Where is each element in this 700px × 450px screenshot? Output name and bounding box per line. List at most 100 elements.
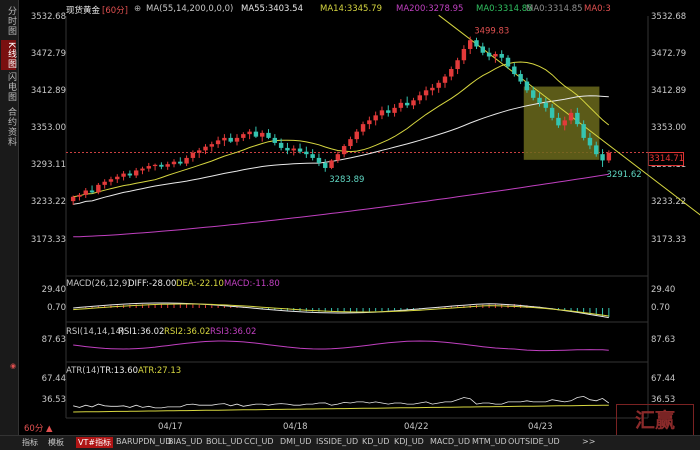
candle-body [455, 60, 460, 70]
indicator-toolbar: 指标 模板 VT#指标 BARUPDN_UD BIAS_UD BOLL_UD C… [0, 435, 700, 450]
candle-body [417, 95, 422, 101]
candle-body [367, 120, 372, 125]
candle-body [266, 132, 271, 138]
candle-body [398, 102, 404, 108]
candle-body [146, 166, 151, 169]
toolbar-item-macd[interactable]: MACD_UD [430, 437, 470, 446]
candle-body [499, 53, 504, 58]
candle-body [121, 173, 126, 177]
macd-diff-line [73, 302, 609, 319]
candle-body [159, 164, 164, 167]
candle-body [253, 131, 259, 137]
candle-body [140, 168, 145, 171]
candle-body [392, 107, 397, 113]
watermark-logo: 汇赢 [616, 404, 694, 436]
candle-body [436, 82, 441, 88]
candle-body [442, 76, 448, 83]
toolbar-item-outside[interactable]: OUTSIDE_UD [508, 437, 560, 446]
toolbar-item-kd[interactable]: KD_UD [362, 437, 389, 446]
candle-body [379, 110, 385, 116]
candle-body [171, 161, 177, 165]
candle-body [165, 164, 170, 167]
candle-body [556, 117, 561, 126]
candle-body [373, 115, 378, 121]
candle-body [316, 157, 322, 163]
candle-body [96, 184, 101, 193]
toolbar-more-button[interactable]: >> [582, 437, 595, 446]
candle-body [184, 157, 189, 164]
toolbar-item-vt-indicators[interactable]: VT#指标 [76, 437, 114, 448]
toolbar-item-dmi[interactable]: DMI_UD [280, 437, 311, 446]
toolbar-item-bias[interactable]: BIAS_UD [168, 437, 202, 446]
toolbar-item-indicators[interactable]: 指标 [22, 437, 38, 448]
candle-body [562, 120, 567, 126]
candle-body [537, 97, 542, 103]
candle-body [209, 144, 215, 147]
candle-body [115, 176, 120, 180]
price-annotation: 3499.83 [474, 27, 509, 37]
candle-body [203, 146, 208, 151]
toolbar-item-isside[interactable]: ISSIDE_UD [316, 437, 358, 446]
candle-body [594, 145, 599, 155]
candle-body [467, 40, 473, 49]
toolbar-item-cci[interactable]: CCI_UD [244, 437, 274, 446]
candle-body [606, 152, 612, 161]
rsi-line [73, 340, 609, 352]
candle-body [241, 134, 246, 138]
candle-body [133, 170, 139, 176]
candle-body [512, 66, 517, 75]
toolbar-item-kdj[interactable]: KDJ_UD [394, 437, 424, 446]
toolbar-item-templates[interactable]: 模板 [48, 437, 64, 448]
candle-body [518, 74, 523, 82]
candle-body [354, 131, 359, 140]
candle-body [581, 124, 586, 138]
candle-body [587, 137, 593, 146]
candle-body [549, 107, 555, 118]
candle-body [486, 52, 492, 57]
candle-body [285, 147, 290, 151]
candle-body [531, 90, 536, 98]
candle-body [386, 110, 391, 113]
candle-body [178, 161, 183, 164]
candle-body [228, 137, 233, 142]
candle-body [411, 100, 416, 106]
candle-body [474, 40, 479, 47]
toolbar-item-mtm[interactable]: MTM_UD [472, 437, 507, 446]
candle-body [102, 181, 107, 185]
candle-body [404, 102, 410, 106]
candle-body [348, 139, 353, 147]
candle-body [524, 81, 530, 91]
candle-body [568, 112, 574, 121]
candle-body [83, 190, 88, 195]
candle-body [493, 53, 498, 57]
candle-body [77, 194, 82, 197]
candle-body [449, 69, 454, 77]
toolbar-item-barupdn[interactable]: BARUPDN_UD [116, 437, 171, 446]
candle-body [222, 137, 227, 141]
candle-body [323, 162, 328, 168]
candle-body [430, 87, 435, 91]
candle-body [543, 102, 549, 108]
candle-body [505, 57, 511, 67]
candle-body [310, 154, 315, 158]
candle-body [234, 137, 240, 142]
candle-body [360, 124, 366, 132]
candle-body [247, 131, 252, 135]
chart-window: 分时图 K线图 闪电图 合约资料 现货黄金 [60分] ⊕ MA(55,14,2… [0, 0, 700, 450]
candle-body [215, 140, 221, 145]
candle-body [329, 160, 334, 168]
toolbar-item-boll[interactable]: BOLL_UD [206, 437, 243, 446]
candle-body [341, 146, 347, 155]
chart-canvas: 3499.83 3283.89 3291.62 [65, 14, 700, 419]
candle-body [423, 90, 429, 96]
candle-body [70, 196, 76, 202]
atr-line [73, 404, 609, 413]
candle-body [272, 137, 278, 143]
price-annotation: 3283.89 [329, 175, 364, 185]
candle-body [335, 154, 341, 161]
candle-body [108, 179, 114, 182]
candle-body [480, 46, 486, 53]
candle-body [190, 152, 196, 158]
candle-body [297, 148, 303, 152]
price-annotation: 3291.62 [607, 170, 642, 180]
